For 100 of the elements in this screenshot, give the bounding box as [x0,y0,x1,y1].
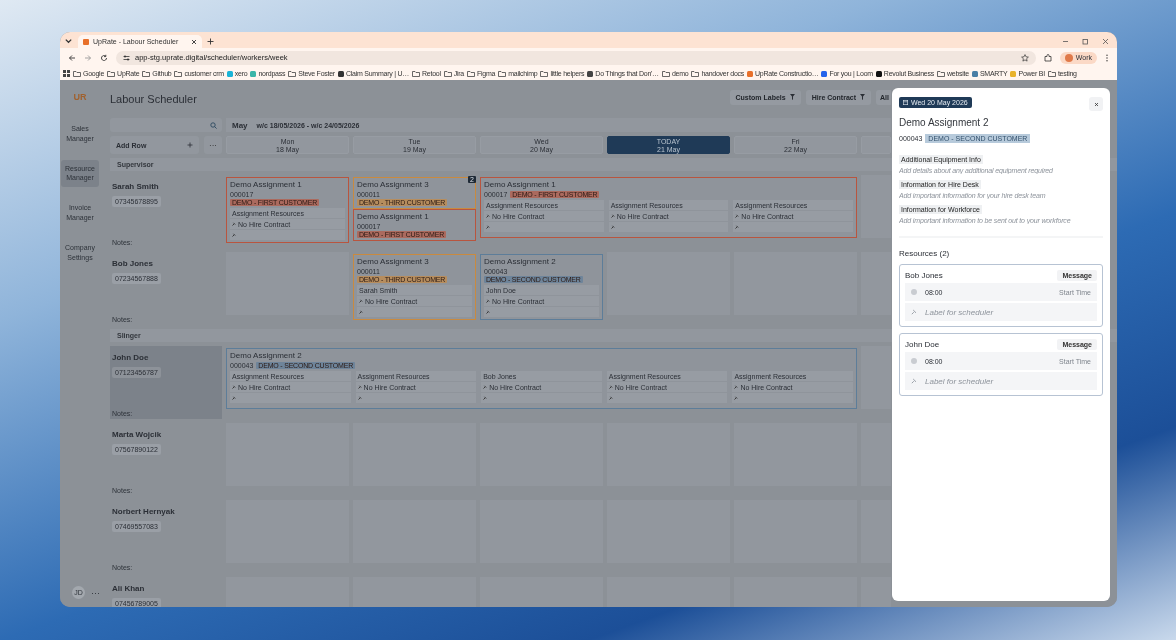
worker-name: Bob Jones [112,259,153,268]
pin-icon [357,385,362,389]
pin-icon [232,385,236,389]
assignment-card[interactable] [226,348,857,409]
restore-icon[interactable] [1082,38,1089,45]
worker-name: Sarah Smith [112,182,159,191]
close-icon[interactable] [1102,38,1109,45]
folder-icon [540,70,549,77]
folder-icon [142,70,151,77]
label-field[interactable] [357,307,472,317]
more-button[interactable]: ··· [204,136,222,154]
label-input[interactable]: Label for scheduler [925,307,1091,317]
label-field[interactable] [732,393,853,403]
worker-name: Norbert Hernyak [112,507,175,516]
folder-icon [1047,70,1056,77]
assignment-title: Demo Assignment 1 [230,180,303,189]
pin-icon [735,225,740,229]
pin-icon [610,214,615,218]
folder-icon [412,70,420,77]
pin-icon [486,214,490,218]
forward-icon[interactable] [84,53,92,62]
pin-icon [359,299,363,303]
calendar-icon [903,100,908,105]
pin-icon [608,385,613,389]
pin-icon [483,385,488,389]
star-icon[interactable] [1020,53,1029,62]
reload-icon[interactable] [100,53,108,62]
assignment-title: Demo Assignment 1 [484,180,557,189]
pin-icon [911,378,917,384]
month-label: May [232,120,248,130]
menu-icon[interactable] [1105,53,1109,62]
site-settings-icon[interactable] [123,54,130,61]
assignment-title: Demo Assignment 2 [230,351,303,360]
pin-icon [608,396,613,400]
folder-icon [661,70,670,77]
minimize-icon[interactable] [1062,38,1069,45]
plus-icon [187,142,193,148]
label-field[interactable] [484,307,599,317]
calendar-cell[interactable] [861,346,891,409]
pin-icon [486,310,490,314]
folder-icon [73,70,81,77]
folder-icon [467,70,475,77]
assignment-title: Demo Assignment 3 [357,257,430,266]
folder-icon [288,70,297,77]
pin-icon [734,396,739,400]
filter-icon [789,94,795,100]
folder-icon [174,70,183,77]
folder-icon [443,70,452,77]
pin-icon [610,225,615,229]
clock-icon [911,289,917,295]
pin-icon [483,396,488,400]
new-tab-icon[interactable] [207,38,214,45]
label-field[interactable]: Label for scheduler [905,303,1097,321]
label-input[interactable]: Label for scheduler [925,376,1091,386]
pin-icon [357,396,362,400]
assignment-title: Demo Assignment 3 [357,180,430,189]
label-field[interactable] [230,393,351,403]
day-header[interactable] [861,136,891,154]
pin-icon [735,214,740,218]
label-field[interactable] [606,393,728,403]
label-field[interactable] [608,222,729,232]
assignment-title: Demo Assignment 1 [357,212,430,221]
folder-icon [691,70,700,77]
folder-icon [498,70,507,77]
favicon-icon [83,38,89,45]
assignment-title: Demo Assignment 2 [484,257,557,266]
worker-name: Marta Wojcik [112,430,162,439]
pin-icon [359,310,363,314]
filter-icon [860,94,866,100]
label-field[interactable] [484,222,604,232]
calendar-cell[interactable] [861,500,891,563]
pin-icon [232,222,236,226]
pin-icon [232,396,236,400]
calendar-cell[interactable] [861,423,891,486]
label-field[interactable] [355,393,477,403]
label-field[interactable] [733,222,853,232]
folder-icon [936,70,945,77]
resource-name: John Doe [905,340,940,349]
calendar-cell[interactable] [861,175,891,238]
worker-name: Ali Khan [112,584,145,593]
resources-heading: Resources (2) [899,249,951,258]
clock-icon [911,358,917,364]
back-icon[interactable] [68,53,76,62]
apps-icon[interactable] [63,70,70,77]
search-icon [210,121,217,129]
label-field[interactable] [230,230,345,240]
pin-icon [486,225,490,229]
pin-icon [734,385,739,389]
search-field[interactable] [110,118,222,132]
close-icon [1093,101,1099,107]
tab-list-icon[interactable] [64,36,73,45]
resource-name: Bob Jones [905,271,943,280]
label-field[interactable] [481,393,602,403]
more-button[interactable]: ··· [91,587,100,598]
calendar-cell[interactable] [861,252,891,315]
close-icon[interactable] [191,38,197,45]
pin-icon [486,299,490,303]
close-button[interactable] [1089,97,1103,111]
extensions-icon[interactable] [1043,53,1052,62]
label-field[interactable]: Label for scheduler [905,372,1097,390]
